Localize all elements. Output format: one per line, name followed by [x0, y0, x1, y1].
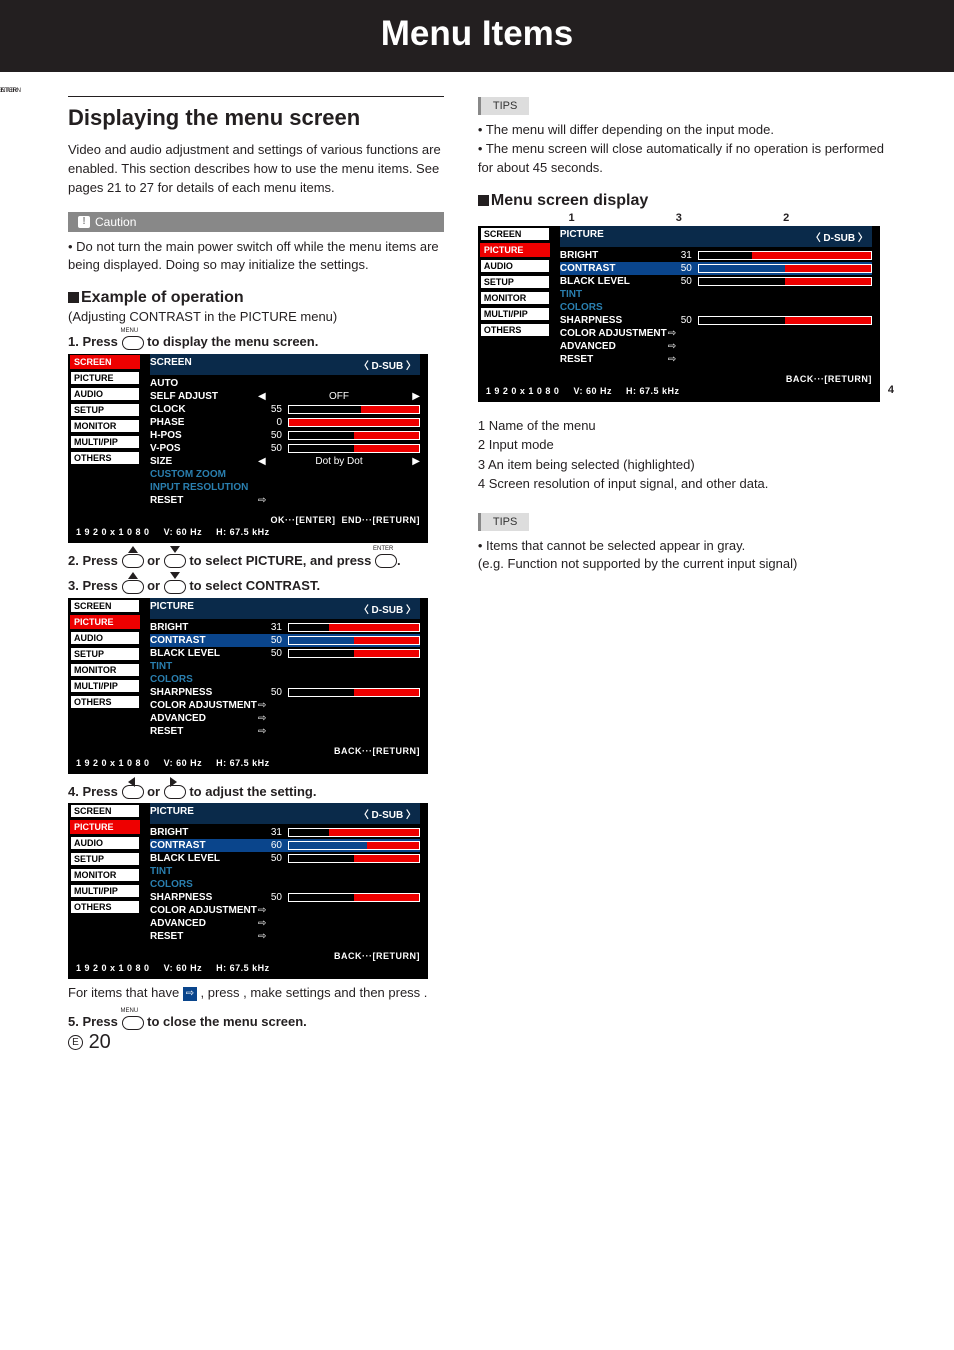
legend: 1 Name of the menu 2 Input mode 3 An ite…	[478, 416, 894, 494]
cat-setup[interactable]: SETUP	[70, 403, 140, 417]
osd-screen-menu: SCREEN PICTURE AUDIO SETUP MONITOR MULTI…	[68, 354, 428, 543]
intro-text: Video and audio adjustment and settings …	[68, 141, 444, 198]
page-number: E 20	[68, 1031, 111, 1054]
menu-button-icon	[122, 336, 144, 350]
callout-4: 4	[888, 384, 894, 396]
section-heading-display: Displaying the menu screen	[68, 96, 444, 131]
page-title: Menu Items	[0, 0, 954, 72]
menu-button-icon	[122, 1016, 144, 1030]
cat-multipip[interactable]: MULTI/PIP	[70, 435, 140, 449]
callout-2: 2	[783, 212, 789, 224]
after-osd-note: For items that have ⇨ , press , make set…	[68, 983, 444, 1004]
step-3: 3. Press or to select CONTRAST.	[68, 578, 444, 594]
down-button-icon	[164, 580, 186, 594]
cat-picture[interactable]: PICTURE	[70, 371, 140, 385]
cat-others[interactable]: OTHERS	[70, 451, 140, 465]
example-heading: Example of operation	[68, 289, 444, 307]
callout-3: 3	[676, 212, 682, 224]
left-button-icon	[122, 785, 144, 799]
step-2: 2. Press or to select PICTURE, and press…	[68, 553, 444, 569]
osd-picture-menu-callout: SCREEN PICTURE AUDIO SETUP MONITOR MULTI…	[478, 226, 880, 402]
tips-label-1: TIPS	[478, 97, 529, 115]
cat-monitor[interactable]: MONITOR	[70, 419, 140, 433]
osd-picture-menu-50: SCREEN PICTURE AUDIO SETUP MONITOR MULTI…	[68, 598, 428, 774]
enter-button-icon	[375, 554, 397, 568]
menu-screen-display-heading: Menu screen display	[478, 192, 894, 210]
cat-screen[interactable]: SCREEN	[70, 355, 140, 369]
tips-label-2: TIPS	[478, 513, 529, 531]
up-button-icon	[122, 580, 144, 594]
tip-3: Items that cannot be selected appear in …	[478, 537, 894, 575]
tip-1: The menu will differ depending on the in…	[478, 121, 894, 140]
step-5: 5. Press to close the menu screen.	[68, 1014, 444, 1030]
caution-label: Caution	[68, 212, 444, 232]
submenu-arrow-icon: ⇨	[183, 987, 197, 1001]
step-4: 4. Press or to adjust the setting.	[68, 784, 444, 800]
cat-audio[interactable]: AUDIO	[70, 387, 140, 401]
example-subnote: (Adjusting CONTRAST in the PICTURE menu)	[68, 309, 444, 324]
down-button-icon	[164, 554, 186, 568]
up-button-icon	[122, 554, 144, 568]
right-button-icon	[164, 785, 186, 799]
caution-text: Do not turn the main power switch off wh…	[68, 238, 444, 276]
osd-picture-menu-60: SCREEN PICTURE AUDIO SETUP MONITOR MULTI…	[68, 803, 428, 979]
step-1: 1. Press to display the menu screen.	[68, 334, 444, 350]
callout-1: 1	[568, 212, 574, 224]
tip-2: The menu screen will close automatically…	[478, 140, 894, 178]
